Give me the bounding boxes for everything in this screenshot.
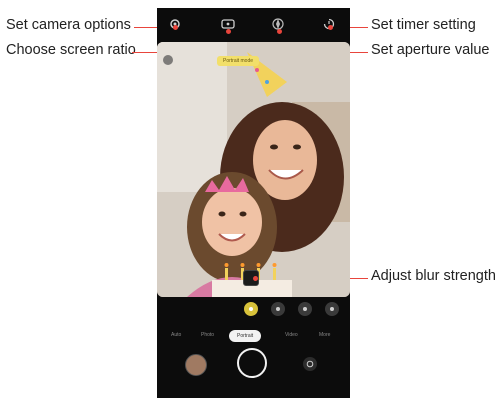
effect-button-4[interactable] [325, 302, 339, 316]
mode-video[interactable]: Video [285, 332, 298, 338]
dot-blur [253, 276, 258, 281]
callout-camera-options: Set camera options [6, 17, 131, 33]
dot-screen-ratio [226, 29, 231, 34]
gallery-thumbnail[interactable] [185, 354, 207, 376]
callout-aperture: Set aperture value [371, 42, 490, 58]
callout-blur: Adjust blur strength [371, 268, 496, 284]
mode-more[interactable]: More [319, 332, 330, 338]
dot-timer [328, 25, 333, 30]
effect-button-3[interactable] [298, 302, 312, 316]
callout-screen-ratio: Choose screen ratio [6, 42, 136, 58]
effect-button-1[interactable] [244, 302, 258, 316]
dot-aperture [277, 29, 282, 34]
shutter-button[interactable] [237, 348, 267, 378]
switch-camera-icon[interactable] [303, 357, 317, 371]
mode-portrait[interactable]: Portrait [229, 330, 262, 342]
mode-photo[interactable]: Photo [201, 332, 214, 338]
hint-banner: Portrait mode [217, 56, 260, 66]
info-icon[interactable] [163, 55, 173, 65]
portrait-scene [157, 42, 350, 297]
dot-camera-options [173, 25, 178, 30]
mode-selector: Auto Photo Portrait Video More [157, 328, 350, 348]
effect-button-2[interactable] [271, 302, 285, 316]
mode-auto[interactable]: Auto [171, 332, 181, 338]
phone-screen: Portrait mode Auto Photo Portrait Video … [157, 8, 350, 398]
callout-timer: Set timer setting [371, 17, 476, 33]
viewfinder[interactable]: Portrait mode [157, 42, 350, 297]
